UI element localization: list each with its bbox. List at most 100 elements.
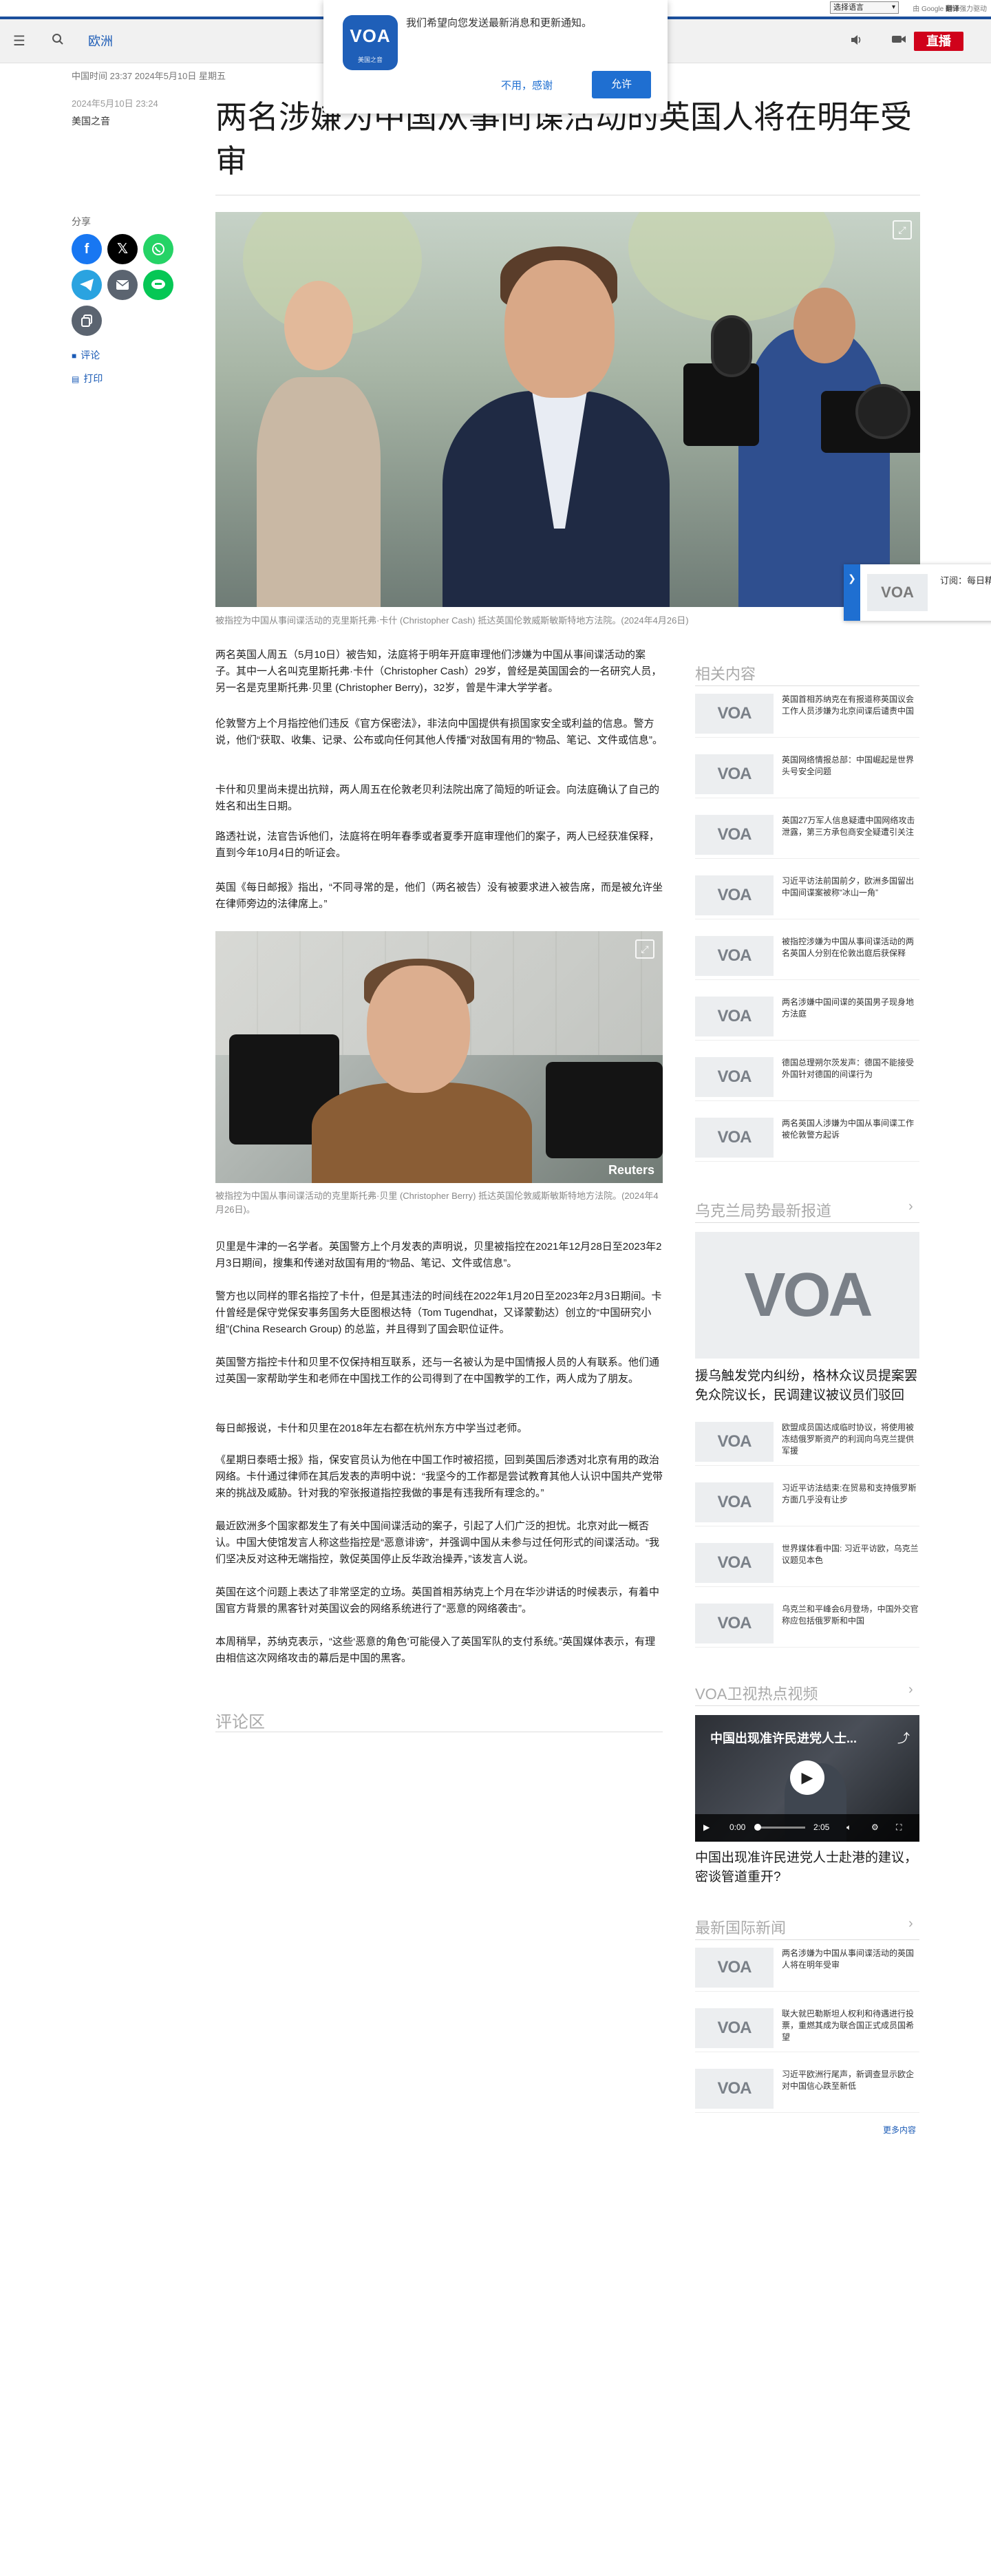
voa-logo-text: VOA — [744, 1261, 873, 1330]
decline-notifications-button[interactable]: 不用，感谢 — [501, 78, 553, 92]
article-paragraph: 最近欧洲多个国家都发生了有关中国间谍活动的案子，引起了人们广泛的担忧。北京对此一… — [215, 1520, 659, 1565]
video-progress-knob[interactable] — [754, 1824, 761, 1831]
subscribe-thumbnail: VOA — [867, 574, 928, 611]
photo-credit: Reuters — [608, 1163, 654, 1177]
article-image-berry[interactable]: ⤢ Reuters — [215, 931, 663, 1183]
chevron-down-icon: ▾ — [891, 3, 895, 11]
share-icon[interactable]: ⤴ — [897, 1729, 910, 1747]
related-item[interactable]: VOA 英国27万军人信息疑遭中国网络攻击泄露，第三方承包商安全疑遭引关注 — [695, 809, 919, 859]
voa-logo-text: VOA — [717, 1128, 752, 1147]
subscribe-widget[interactable]: ❯ VOA 订阅：每日精选 / 时政要闻 / 特别法律窗口 — [844, 564, 991, 621]
chevron-right-icon[interactable]: › — [908, 1916, 913, 1932]
ukraine-headline: 世界媒体看中国: 习近平访欧，乌克兰议题见本色 — [782, 1544, 919, 1565]
article-paragraph: 本周稍早，苏纳克表示，“这些‘恶意的角色’可能侵入了英国军队的支付系统。”英国媒… — [215, 1636, 656, 1664]
related-item[interactable]: VOA 被指控涉嫌为中国从事间谍活动的两名英国人分别在伦敦出庭后获保释 — [695, 930, 919, 980]
intl-item[interactable]: VOA 两名涉嫌为中国从事间谍活动的英国人将在明年受审 — [695, 1942, 919, 1992]
hero-image[interactable]: ⤢ — [215, 212, 920, 607]
powered-prefix: 由 Google — [913, 6, 944, 13]
volume-icon[interactable]: 🔈︎ — [846, 1822, 851, 1833]
intl-item[interactable]: VOA 联大就巴勒斯坦人权利和待遇进行投票，重燃其成为联合国正式成员国希望 — [695, 2003, 919, 2052]
voa-logo-text: VOA — [717, 1614, 752, 1632]
related-headline: 英国网络情报总部：中国崛起是世界头号安全问题 — [782, 755, 915, 776]
voa-logo-text: VOA — [717, 1958, 752, 1977]
ukraine-feature-headline[interactable]: 援乌触发党内纠纷，格林众议员提案罢免众院议长，民调建议被议员们驳回 — [695, 1367, 919, 1405]
video-headline[interactable]: 中国出现准许民进党人士赴港的建议，密谈管道重开? — [695, 1849, 919, 1887]
ukraine-section-title[interactable]: 乌克兰局势最新报道 — [695, 1199, 831, 1221]
menu-icon[interactable]: ☰ — [11, 33, 28, 50]
settings-icon[interactable]: ⚙ — [871, 1822, 879, 1832]
image-caption: 被指控为中国从事间谍活动的克里斯托弗·贝里 (Christopher Berry… — [215, 1191, 659, 1215]
comment-link[interactable]: ■ 评论 — [72, 348, 100, 362]
telegram-share-button[interactable] — [72, 270, 102, 300]
x-share-button[interactable]: 𝕏 — [107, 234, 138, 264]
ukraine-item[interactable]: VOA 习近平访法结束:在贸易和支持俄罗斯方面几乎没有让步 — [695, 1477, 919, 1526]
expand-icon[interactable]: ⤢ — [893, 220, 912, 239]
nav-section-europe[interactable]: 欧洲 — [88, 33, 113, 50]
related-item[interactable]: VOA 英国首相苏纳克在有报道称英国议会工作人员涉嫌为北京间谍后谴责中国 — [695, 688, 919, 738]
article-paragraph: 卡什和贝里尚未提出抗辩，两人周五在伦敦老贝利法院出席了简短的听证会。向法庭确认了… — [215, 784, 660, 812]
ukraine-item[interactable]: VOA 欧盟成员国达成临时协议，将使用被冻结俄罗斯资产的利润向乌克兰提供军援 — [695, 1416, 919, 1466]
voa-logo-text: VOA — [717, 2079, 752, 2098]
notification-message: 我们希望向您发送最新消息和更新通知。 — [406, 17, 593, 29]
more-content-link[interactable]: 更多内容 — [883, 2124, 916, 2136]
article-paragraph: 每日邮报说，卡什和贝里在2018年左右都在杭州东方中学当过老师。 — [215, 1423, 528, 1434]
chevron-right-icon[interactable]: › — [908, 1682, 913, 1698]
play-icon[interactable]: ▶ — [790, 1760, 824, 1795]
subscribe-text: 订阅：每日精选 / 时政要闻 / 特别法律窗口 — [940, 575, 991, 586]
photo-woman — [257, 274, 381, 607]
voa-logo-text: VOA — [717, 825, 752, 844]
related-section-title: 相关内容 — [695, 666, 756, 683]
arrow-icon[interactable]: ❯ — [844, 564, 860, 621]
intl-section-title[interactable]: 最新国际新闻 — [695, 1916, 786, 1938]
related-headline: 两名涉嫌中国间谍的英国男子现身地方法庭 — [782, 997, 915, 1019]
intl-thumbnail: VOA — [695, 1948, 774, 1988]
related-item[interactable]: VOA 两名英国人涉嫌为中国从事间谍工作被伦敦警方起诉 — [695, 1112, 919, 1162]
voa-logo-text: VOA — [350, 25, 391, 46]
related-item[interactable]: VOA 两名涉嫌中国间谍的英国男子现身地方法庭 — [695, 991, 919, 1041]
search-icon[interactable] — [50, 33, 66, 50]
related-item[interactable]: VOA 英国网络情报总部：中国崛起是世界头号安全问题 — [695, 749, 919, 798]
intl-headline: 习近平欧洲行尾声，新调查显示欧企对中国信心跌至新低 — [782, 2069, 915, 2091]
ukraine-item[interactable]: VOA 乌克兰和平峰会6月登场，中国外交官称应包括俄罗斯和中国 — [695, 1598, 919, 1648]
voa-logo-text: VOA — [717, 1007, 752, 1025]
article-byline[interactable]: 美国之音 — [72, 114, 110, 128]
speaker-icon[interactable] — [848, 33, 864, 50]
ukraine-thumbnail: VOA — [695, 1604, 774, 1643]
chevron-right-icon[interactable]: › — [908, 1199, 913, 1215]
email-share-button[interactable] — [107, 270, 138, 300]
photo-camera-lens — [711, 315, 752, 377]
live-button[interactable]: 直播 — [914, 32, 963, 51]
intl-item[interactable]: VOA 习近平欧洲行尾声，新调查显示欧企对中国信心跌至新低 — [695, 2063, 919, 2113]
voa-logo-text: VOA — [717, 1432, 752, 1451]
related-thumbnail: VOA — [695, 815, 774, 855]
play-small-icon[interactable]: ▶ — [703, 1822, 710, 1832]
related-item[interactable]: VOA 习近平访法前国前夕，欧洲多国留出中国间谍案被称“冰山一角” — [695, 870, 919, 919]
related-item[interactable]: VOA 德国总理朔尔茨发声：德国不能接受外国针对德国的间谍行为 — [695, 1052, 919, 1101]
photo-main-subject — [443, 239, 670, 607]
video-section-title[interactable]: VOA卫视热点视频 — [695, 1682, 818, 1704]
ukraine-thumbnail: VOA — [695, 1482, 774, 1522]
whatsapp-share-button[interactable] — [143, 234, 173, 264]
language-select[interactable]: 选择语言 ▾ — [830, 1, 899, 14]
photo-detail — [284, 281, 353, 370]
expand-icon[interactable]: ⤢ — [635, 939, 654, 959]
google-translate-credit: 由 Google 翻译强力驱动 — [913, 3, 987, 13]
video-camera-icon[interactable] — [891, 33, 907, 50]
article-paragraph: 警方也以同样的罪名指控了卡什，但是其违法的时间线在2022年1月20日至2023… — [215, 1290, 662, 1335]
copy-link-button[interactable] — [72, 306, 102, 336]
article-paragraph: 英国《每日邮报》指出，“不同寻常的是，他们（两名被告）没有被要求进入被告席，而是… — [215, 882, 663, 910]
facebook-share-button[interactable]: f — [72, 234, 102, 264]
ukraine-headline: 乌克兰和平峰会6月登场，中国外交官称应包括俄罗斯和中国 — [782, 1604, 919, 1626]
video-overlay-title: 中国出现准许民进党人士... — [710, 1732, 857, 1745]
allow-notifications-button[interactable]: 允许 — [592, 71, 651, 98]
line-share-button[interactable] — [143, 270, 173, 300]
voa-logo-text: VOA — [717, 946, 752, 965]
ukraine-feature-image[interactable]: VOA — [695, 1232, 919, 1359]
video-progress-track[interactable] — [757, 1827, 805, 1829]
ukraine-item[interactable]: VOA 世界媒体看中国: 习近平访欧，乌克兰议题见本色 — [695, 1537, 919, 1587]
video-player[interactable]: 中国出现准许民进党人士... ⤴ ▶ ▶ 0:00 2:05 🔈︎ ⚙ ⛶ — [695, 1715, 919, 1842]
comment-link-label: 评论 — [81, 350, 100, 361]
fullscreen-icon[interactable]: ⛶ — [896, 1822, 902, 1833]
print-link[interactable]: ▤ 打印 — [72, 372, 103, 385]
article-paragraph: 路透社说，法官告诉他们，法庭将在明年春季或者夏季开庭审理他们的案子，两人已经获准… — [215, 831, 660, 859]
